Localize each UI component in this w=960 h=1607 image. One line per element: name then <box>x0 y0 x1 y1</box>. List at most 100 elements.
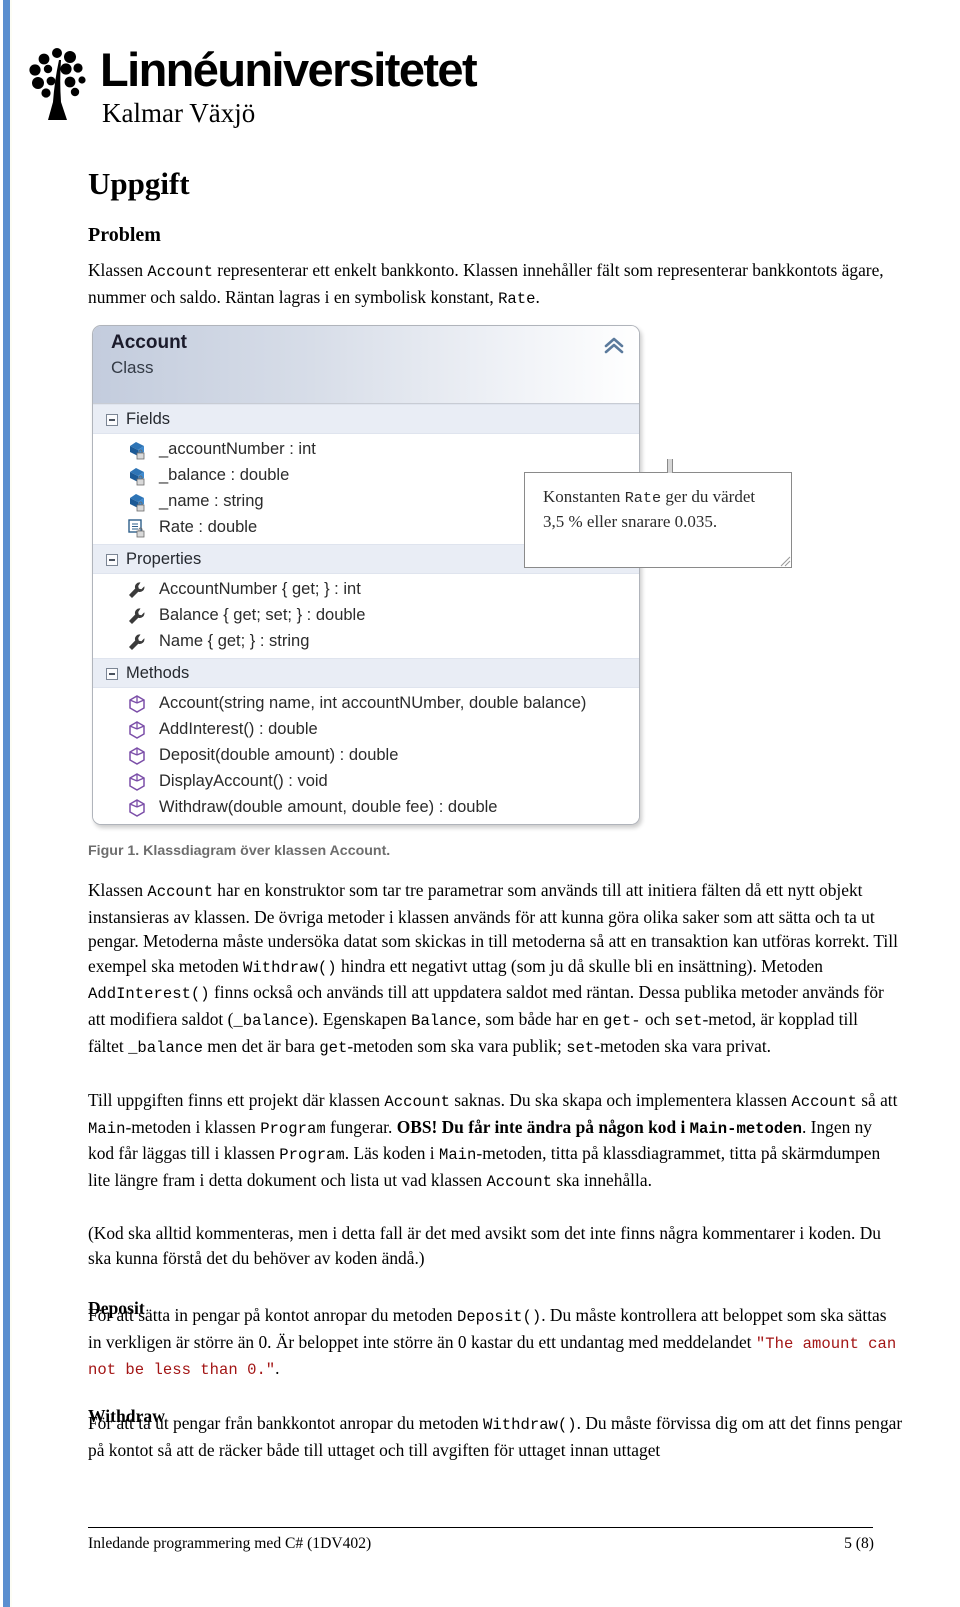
paragraph-deposit: För att sätta in pengar på kontot anropa… <box>88 1303 898 1383</box>
text-run: Konstanten <box>543 487 625 506</box>
member-row[interactable]: AccountNumber { get; } : int <box>93 576 639 602</box>
code-span: Account <box>147 263 213 281</box>
member-row[interactable]: _accountNumber : int <box>93 436 639 462</box>
field-private-icon <box>130 468 145 486</box>
member-label: _name : string <box>159 492 264 510</box>
text-run: För att sätta in pengar på kontot anropa… <box>88 1305 457 1325</box>
code-span: get- <box>603 1011 641 1030</box>
code-span: Account <box>791 1093 857 1111</box>
class-diagram-header: Account Class <box>93 326 639 404</box>
class-diagram-box: Account Class Fields _accountNumber: in… <box>92 325 640 825</box>
text-run: ska innehålla. <box>551 1169 652 1190</box>
callout-pointer <box>667 459 673 473</box>
member-label: Deposit(double amount) : double <box>159 746 399 764</box>
chevron-up-double-icon[interactable] <box>603 334 625 356</box>
footer-divider <box>88 1527 873 1528</box>
minus-square-icon[interactable] <box>106 554 118 566</box>
logo-subtitle: Kalmar Växjö <box>102 98 256 128</box>
text-run: För att ta ut pengar från bankkontot anr… <box>88 1413 484 1433</box>
text-run: Till uppgiften finns ett projekt där kla… <box>88 1090 385 1110</box>
paragraph-comment-note: (Kod ska alltid kommenteras, men i detta… <box>88 1223 881 1268</box>
text-run: , som både har en <box>476 1008 604 1029</box>
group-header-methods[interactable]: Methods <box>93 658 639 688</box>
member-label: Name { get; } : string <box>159 632 310 650</box>
section-heading-problem: Problem <box>88 224 161 246</box>
text-run: Klassen <box>88 880 148 900</box>
text-run: -metoden som ska vara publik; <box>347 1035 567 1056</box>
member-label: Rate : double <box>159 518 258 536</box>
page-title: Uppgift <box>88 166 190 201</box>
minus-square-icon[interactable] <box>106 414 118 426</box>
code-span: set <box>566 1038 595 1057</box>
member-row[interactable]: Account(string name, int accountNUmber, … <box>93 690 639 716</box>
constant-private-icon <box>128 519 145 538</box>
member-row[interactable]: Balance { get; set; } : double <box>93 602 639 628</box>
class-kind-label: Class <box>111 358 154 377</box>
paragraph-withdraw: För att ta ut pengar från bankkontot anr… <box>88 1411 910 1462</box>
class-diagram-figure: Account Class Fields _accountNumber: in… <box>92 325 642 825</box>
member-row[interactable]: Withdraw(double amount, double fee) : do… <box>93 794 639 820</box>
code-span: Rate <box>498 289 536 308</box>
figure-caption: Figur 1. Klassdiagram över klassen Accou… <box>88 843 391 859</box>
member-label: Balance { get; set; } : double <box>159 606 366 624</box>
paragraph-project-instructions: Till uppgiften finns ett projekt där kla… <box>88 1088 898 1194</box>
member-label: DisplayAccount() : void <box>159 772 328 790</box>
text-run: saknas. Du ska skapa och implementera kl… <box>449 1090 792 1110</box>
method-cube-icon <box>129 799 145 817</box>
paragraph-class-description: Klassen Account har en konstruktor som t… <box>88 878 898 1060</box>
method-cube-icon <box>129 695 145 713</box>
code-span: Rate <box>624 489 662 507</box>
logo-wordmark: Linnéuniversitetet <box>100 43 478 96</box>
member-row[interactable]: DisplayAccount() : void <box>93 768 639 794</box>
field-private-icon <box>130 494 145 512</box>
code-span: Main <box>438 1146 477 1165</box>
code-span: Account <box>384 1093 450 1111</box>
text-run: och <box>640 1008 675 1029</box>
method-cube-icon <box>129 721 145 739</box>
code-span: Withdraw() <box>483 1416 577 1434</box>
class-name-label: Account <box>111 332 187 353</box>
member-row[interactable]: AddInterest() : double <box>93 716 639 742</box>
group-label: Properties <box>126 550 202 568</box>
member-label: Withdraw(double amount, double fee) : do… <box>159 798 498 816</box>
code-span: _balance <box>128 1038 203 1057</box>
group-label: Fields <box>126 410 171 428</box>
method-cube-icon <box>129 773 145 791</box>
member-label: Account(string name, int accountNUmber, … <box>159 694 587 712</box>
page-accent-stripe-highlight <box>10 0 12 1607</box>
code-span: Account <box>486 1172 552 1191</box>
callout-annotation[interactable]: Konstanten Rate ger du värdet 3,5 % elle… <box>524 459 792 568</box>
text-run: så att <box>856 1090 898 1110</box>
code-span: get <box>319 1038 348 1057</box>
member-list-methods: Account(string name, int accountNUmber, … <box>93 688 639 824</box>
member-label: _balance : double <box>159 466 290 484</box>
code-span: Program <box>279 1146 345 1165</box>
footer-course-label: Inledande programmering med C# (1DV402) <box>88 1535 372 1552</box>
text-run: . Läs koden i <box>344 1143 439 1164</box>
member-list-properties: AccountNumber { get; } : int Balance { g… <box>93 574 639 658</box>
text-run: . <box>275 1358 280 1379</box>
text-run: -metoden ska vara privat. <box>594 1035 771 1056</box>
resize-handle-icon[interactable] <box>779 555 792 568</box>
property-wrench-icon <box>129 582 145 598</box>
text-run: men det är bara <box>202 1035 320 1056</box>
group-header-fields[interactable]: Fields <box>93 404 639 434</box>
tree-icon <box>29 48 86 120</box>
method-cube-icon <box>129 747 145 765</box>
minus-square-icon[interactable] <box>106 668 118 680</box>
text-run: Klassen <box>88 260 148 280</box>
university-logo: Linnéuniversitetet Kalmar Växjö <box>26 42 478 134</box>
text-run: hindra ett negativt uttag (som ju då sku… <box>336 955 823 976</box>
property-wrench-icon <box>129 634 145 650</box>
code-span: Program <box>260 1119 326 1138</box>
member-row[interactable]: Name { get; } : string <box>93 628 639 654</box>
code-span: Main <box>88 1119 126 1138</box>
property-wrench-icon <box>129 608 145 624</box>
code-span: AddInterest() <box>88 985 210 1004</box>
emphasis-warning: OBS! Du får inte ändra på någon kod i <box>396 1116 690 1137</box>
footer-page-number: 5 (8) <box>844 1535 874 1552</box>
member-row[interactable]: Deposit(double amount) : double <box>93 742 639 768</box>
field-private-icon <box>130 442 145 460</box>
group-label: Methods <box>126 664 190 682</box>
code-span: Withdraw() <box>243 958 337 977</box>
